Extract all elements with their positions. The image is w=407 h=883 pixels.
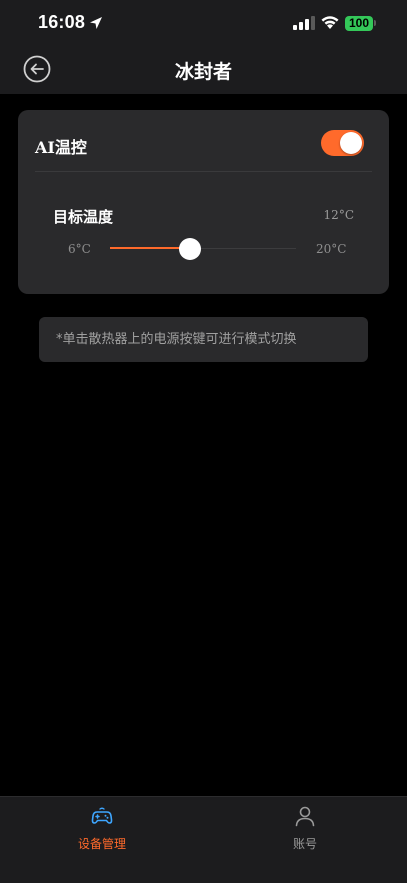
- nav-bar: 冰封者: [0, 48, 407, 94]
- tab-account[interactable]: 账号: [245, 805, 365, 852]
- target-temperature-label: 目标温度: [53, 208, 114, 226]
- cellular-signal-icon: [293, 16, 315, 30]
- tab-account-label: 账号: [292, 837, 317, 851]
- gamepad-icon: [91, 807, 113, 824]
- battery-icon: 100: [345, 16, 373, 31]
- battery-tip: [374, 20, 376, 26]
- ai-control-card: AI温控 目标温度 12°C 6°C 20°C: [18, 110, 389, 294]
- battery-level: 100: [348, 16, 370, 30]
- tab-device-management-label: 设备管理: [77, 837, 126, 851]
- slider-max-label: 20°C: [316, 242, 347, 256]
- mode-switch-hint: *单击散热器上的电源按键可进行模式切换: [39, 317, 368, 362]
- toggle-knob: [340, 132, 362, 154]
- temperature-slider[interactable]: [110, 238, 296, 260]
- tab-device-management[interactable]: 设备管理: [42, 805, 162, 852]
- slider-fill: [110, 247, 190, 249]
- ai-control-label: AI温控: [35, 138, 87, 157]
- ai-control-toggle[interactable]: [321, 130, 364, 156]
- slider-thumb[interactable]: [179, 238, 201, 260]
- target-temperature-value: 12°C: [323, 208, 354, 222]
- status-bar: 16:08 100: [0, 0, 407, 48]
- tab-bar: 设备管理 账号: [0, 796, 407, 883]
- divider: [35, 171, 372, 172]
- status-time: 16:08: [38, 12, 86, 32]
- page-title: 冰封者: [174, 61, 232, 83]
- wifi-icon: [321, 16, 339, 29]
- location-arrow-icon: [90, 17, 102, 29]
- person-icon: [295, 806, 315, 827]
- slider-min-label: 6°C: [68, 242, 91, 256]
